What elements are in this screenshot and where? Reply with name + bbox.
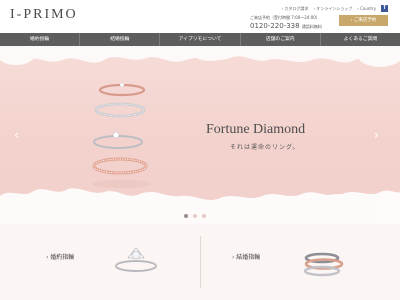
lace-bottom-decoration [0, 188, 400, 224]
contact-phone[interactable]: 0120-220-338 通話料無料 [250, 22, 322, 30]
ring-solitaire [93, 131, 143, 149]
nav-stores[interactable]: 店舗のご案内 [241, 33, 321, 46]
rings-shadow [92, 180, 152, 188]
reserve-visit-button[interactable]: › ご来店予約 [339, 15, 388, 26]
rings-illustration [92, 82, 152, 188]
slider-dot[interactable] [202, 214, 206, 218]
online-shop-link[interactable]: › オンラインショップ [313, 6, 352, 12]
nav-about[interactable]: アイプリモについて [160, 33, 241, 46]
engagement-ring-image [115, 247, 157, 272]
category-section: › 婚約指輪 › 結婚指輪 [0, 224, 400, 300]
wedding-rings-image [303, 252, 344, 277]
card-divider [200, 236, 201, 288]
nav-wedding-rings[interactable]: 結婚指輪 [80, 33, 161, 46]
slider-next-icon[interactable]: › [374, 128, 379, 142]
ring-rose-gold-top [98, 82, 146, 97]
utility-links: › カタログ請求 › オンラインショップ › Country f [281, 5, 388, 12]
ring-rose-gold-pave [92, 157, 148, 175]
nav-faq[interactable]: よくあるご質問 [321, 33, 400, 46]
phone-number: 0120-220-338 [250, 22, 300, 30]
contact-hours: ご来店予約（受付時間 7:00～24:00） [250, 15, 320, 20]
hero-subtitle: それは運命のリング。 [230, 144, 300, 151]
hero-artwork [0, 46, 400, 224]
hero-title: Fortune Diamond [206, 122, 306, 137]
contact-info: ご来店予約（受付時間 7:00～24:00） 0120-220-338 通話料無… [250, 15, 322, 30]
slider-prev-icon[interactable]: ‹ [14, 128, 19, 142]
wedding-rings-card-link[interactable]: › 結婚指輪 [232, 252, 260, 261]
slider-dot[interactable] [184, 214, 188, 218]
lace-top-decoration [0, 46, 400, 67]
brand-logo[interactable]: I-PRIMO [10, 7, 78, 23]
slider-dot[interactable] [193, 214, 197, 218]
catalog-request-link[interactable]: › カタログ請求 [281, 6, 308, 12]
site-header: I-PRIMO › カタログ請求 › オンラインショップ › Country f… [0, 0, 400, 33]
hero-slider: Fortune Diamond それは運命のリング。 ‹ › [0, 46, 400, 224]
facebook-icon[interactable]: f [381, 5, 388, 12]
main-nav: 婚約指輪 結婚指輪 アイプリモについて 店舗のご案内 よくあるご質問 [0, 33, 400, 46]
country-link[interactable]: › Country [357, 6, 376, 11]
ring-silver-pave [94, 102, 146, 118]
engagement-rings-card-link[interactable]: › 婚約指輪 [46, 252, 74, 261]
nav-engagement-rings[interactable]: 婚約指輪 [0, 33, 81, 46]
slider-dots [184, 214, 206, 218]
phone-note: 通話料無料 [301, 24, 322, 29]
